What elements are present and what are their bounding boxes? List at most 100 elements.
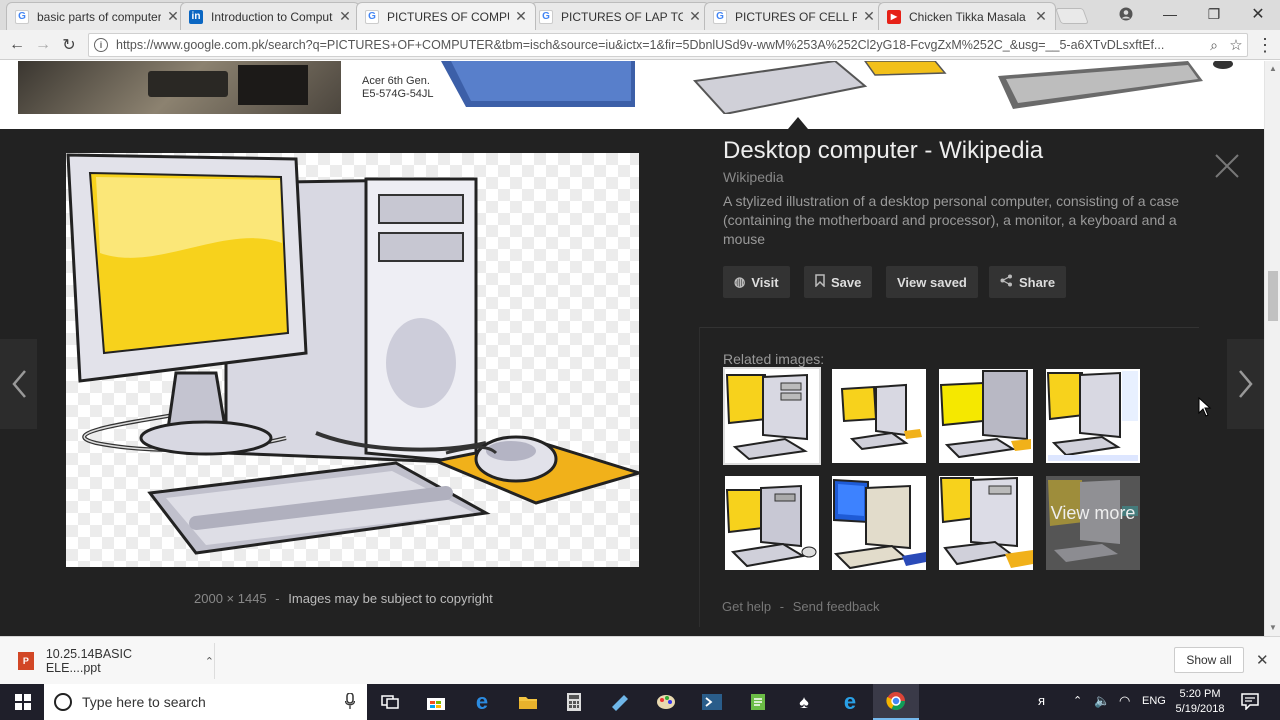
page-scrollbar[interactable]: ▲ ▼	[1264, 61, 1280, 636]
powershell-icon[interactable]	[689, 684, 735, 720]
scroll-up-icon[interactable]: ▲	[1269, 64, 1277, 73]
task-view-icon[interactable]	[367, 684, 413, 720]
related-image-thumbnail[interactable]	[832, 476, 926, 570]
minimize-button[interactable]: —	[1148, 0, 1192, 28]
wifi-icon[interactable]: ◠	[1119, 693, 1130, 709]
copyright-link[interactable]: Images may be subject to copyright	[288, 591, 493, 606]
related-image-thumbnail[interactable]	[723, 367, 821, 465]
close-tab-icon[interactable]: ✕	[689, 8, 701, 25]
tab-strip: G basic parts of computer ✕ in Introduct…	[0, 0, 1280, 30]
tab-basic-parts[interactable]: G basic parts of computer ✕	[6, 2, 188, 30]
scrollbar-thumb[interactable]	[1268, 271, 1278, 321]
share-button[interactable]: Share	[989, 266, 1067, 298]
mouse-cursor-icon	[1198, 397, 1212, 417]
tab-chicken-tikka[interactable]: ▶ Chicken Tikka Masala - ✕	[878, 2, 1056, 30]
zoom-icon[interactable]: ⌕	[1203, 37, 1225, 54]
save-button[interactable]: Save	[804, 266, 873, 298]
restore-button[interactable]: ❐	[1192, 0, 1236, 28]
close-tab-icon[interactable]: ✕	[515, 8, 527, 25]
divider	[699, 327, 1199, 328]
download-shelf: P 10.25.14BASIC ELE....ppt ⌃ Show all ✕	[0, 636, 1280, 684]
related-image-thumbnail[interactable]	[725, 476, 819, 570]
result-thumbnail[interactable]	[18, 61, 341, 114]
bookmark-icon	[815, 274, 825, 290]
cortana-icon	[54, 693, 72, 711]
snipping-tool-icon[interactable]	[597, 684, 643, 720]
preview-image[interactable]	[66, 153, 639, 567]
language-indicator[interactable]: ENG	[1142, 695, 1166, 707]
close-window-button[interactable]: ✕	[1236, 0, 1280, 28]
file-explorer-icon[interactable]	[505, 684, 551, 720]
back-icon[interactable]: ←	[6, 34, 28, 56]
send-feedback-link[interactable]: Send feedback	[793, 599, 880, 614]
internet-explorer-icon[interactable]: e	[827, 684, 873, 720]
tab-pictures-of-computer[interactable]: G PICTURES OF COMPUTE ✕	[356, 2, 536, 30]
previous-image-button[interactable]	[0, 339, 37, 429]
scroll-down-icon[interactable]: ▼	[1269, 623, 1277, 632]
solitaire-icon[interactable]: ♠	[781, 684, 827, 720]
result-thumbnail[interactable]: Acer 6th Gen. E5-574G-54JL	[341, 61, 635, 114]
result-thumbnail[interactable]	[635, 61, 968, 116]
youtube-icon: ▶	[887, 9, 901, 24]
chrome-icon[interactable]	[873, 684, 919, 720]
edge-browser-icon[interactable]: e	[459, 684, 505, 720]
browser-toolbar: ← → ↻ i https://www.google.com.pk/search…	[0, 30, 1280, 60]
google-icon: G	[713, 9, 727, 24]
related-images-label: Related images:	[723, 351, 825, 367]
windows-start-icon[interactable]	[0, 684, 46, 720]
people-icon[interactable]: ᴙ	[1038, 693, 1045, 708]
info-icon[interactable]: i	[94, 38, 108, 52]
tab-pictures-of-laptop[interactable]: G PICTURES OF LAP TOP - ✕	[530, 2, 710, 30]
microphone-icon[interactable]	[344, 691, 356, 712]
tab-title: PICTURES OF COMPUTE	[387, 9, 509, 24]
next-image-button[interactable]	[1227, 339, 1264, 429]
notepad-icon[interactable]	[735, 684, 781, 720]
forward-icon[interactable]: →	[32, 34, 54, 56]
tab-pictures-of-cell-phone[interactable]: G PICTURES OF CELL PHO ✕	[704, 2, 884, 30]
close-tab-icon[interactable]: ✕	[167, 8, 179, 25]
close-tab-icon[interactable]: ✕	[863, 8, 875, 25]
google-icon: G	[539, 9, 553, 24]
view-more-tile[interactable]: View more	[1046, 476, 1140, 570]
address-bar[interactable]: i https://www.google.com.pk/search?q=PIC…	[88, 33, 1248, 57]
action-center-icon[interactable]	[1240, 692, 1260, 711]
desktop-computer-illustration	[66, 153, 639, 555]
preview-title[interactable]: Desktop computer - Wikipedia	[723, 137, 1043, 165]
bookmark-star-icon[interactable]: ☆	[1225, 36, 1247, 54]
calculator-icon[interactable]	[551, 684, 597, 720]
menu-icon[interactable]: ⋮	[1254, 34, 1276, 56]
show-hidden-icons[interactable]: ⌃	[1073, 694, 1082, 707]
close-preview-icon[interactable]	[1212, 151, 1242, 181]
windows-taskbar: Type here to search e ♠ e ᴙ ⌃ 🔈 ◠ ENG 5:…	[0, 684, 1280, 720]
paint-icon[interactable]	[643, 684, 689, 720]
taskbar-search-box[interactable]: Type here to search	[44, 684, 367, 720]
image-preview-panel: 2000 × 1445 - Images may be subject to c…	[0, 129, 1264, 636]
view-saved-button[interactable]: View saved	[886, 266, 978, 298]
store-icon[interactable]	[413, 684, 459, 720]
related-image-thumbnail[interactable]	[939, 476, 1033, 570]
google-icon: G	[365, 9, 379, 24]
download-file-name: 10.25.14BASIC ELE....ppt	[45, 647, 132, 675]
close-shelf-icon[interactable]: ✕	[1256, 651, 1269, 669]
chevron-up-icon[interactable]: ⌃	[205, 655, 214, 668]
result-thumbnail[interactable]	[968, 61, 1264, 114]
system-clock[interactable]: 5:20 PM 5/19/2018	[1172, 687, 1228, 717]
tab-introduction[interactable]: in Introduction to Comput ✕	[180, 2, 360, 30]
divider	[699, 327, 700, 627]
preview-source[interactable]: Wikipedia	[723, 169, 784, 185]
related-image-thumbnail[interactable]	[832, 369, 926, 463]
close-tab-icon[interactable]: ✕	[1035, 8, 1047, 25]
show-all-button[interactable]: Show all	[1174, 647, 1244, 673]
related-image-thumbnail[interactable]	[939, 369, 1033, 463]
visit-button[interactable]: ◍ Visit	[723, 266, 790, 298]
selected-result-pointer	[788, 117, 808, 129]
url-text[interactable]: https://www.google.com.pk/search?q=PICTU…	[116, 38, 1203, 52]
related-image-thumbnail[interactable]	[1046, 369, 1140, 463]
download-item[interactable]: P 10.25.14BASIC ELE....ppt ⌃	[10, 643, 215, 679]
volume-icon[interactable]: 🔈	[1094, 693, 1110, 709]
get-help-link[interactable]: Get help	[722, 599, 771, 614]
profile-icon[interactable]	[1104, 0, 1148, 28]
new-tab-button[interactable]	[1055, 8, 1089, 24]
close-tab-icon[interactable]: ✕	[339, 8, 351, 25]
reload-icon[interactable]: ↻	[58, 34, 80, 56]
